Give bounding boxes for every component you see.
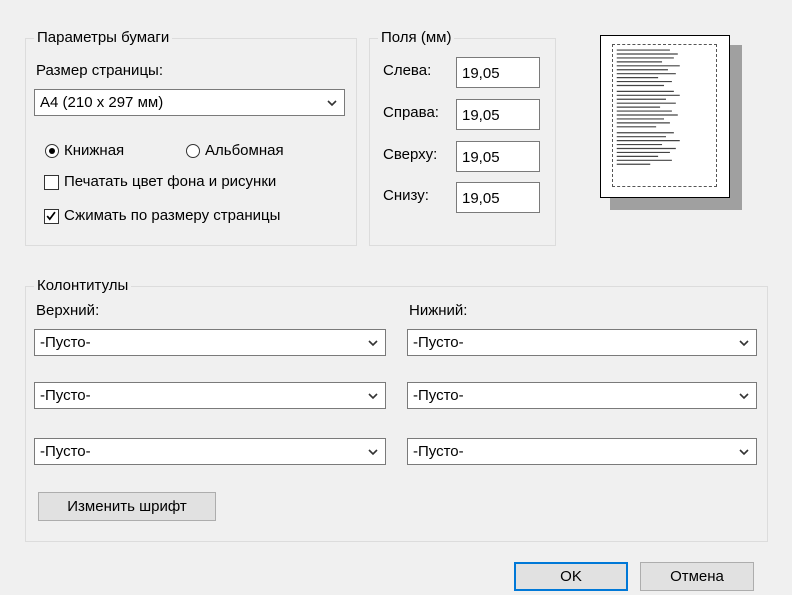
margin-bottom-value: 19,05 (462, 190, 500, 207)
page-preview (600, 35, 730, 198)
chevron-down-icon (368, 393, 378, 400)
margins-legend: Поля (мм) (378, 29, 455, 47)
header-center-value: -Пусто- (40, 387, 91, 404)
footer-center-value: -Пусто- (413, 387, 464, 404)
page-size-select[interactable]: A4 (210 x 297 мм) (34, 89, 345, 116)
chevron-down-icon (368, 449, 378, 456)
page-preview-text-lines (616, 49, 680, 165)
footer-label: Нижний: (409, 302, 468, 319)
footer-right-select[interactable]: -Пусто- (407, 438, 757, 465)
header-left-value: -Пусто- (40, 334, 91, 351)
portrait-radio[interactable] (45, 144, 59, 158)
margin-top-value: 19,05 (462, 149, 500, 166)
print-background-label[interactable]: Печатать цвет фона и рисунки (64, 173, 276, 191)
portrait-label[interactable]: Книжная (64, 142, 124, 160)
header-label: Верхний: (36, 302, 100, 319)
margin-right-input[interactable]: 19,05 (456, 99, 540, 130)
page-size-label: Размер страницы: (36, 62, 163, 79)
chevron-down-icon (739, 449, 749, 456)
chevron-down-icon (739, 340, 749, 347)
shrink-to-fit-checkbox[interactable] (44, 209, 59, 224)
print-background-checkbox[interactable] (44, 175, 59, 190)
footer-center-select[interactable]: -Пусто- (407, 382, 757, 409)
ok-button[interactable]: OK (514, 562, 628, 591)
header-left-select[interactable]: -Пусто- (34, 329, 386, 356)
shrink-to-fit-label[interactable]: Сжимать по размеру страницы (64, 207, 280, 225)
cancel-button[interactable]: Отмена (640, 562, 754, 591)
footer-left-select[interactable]: -Пусто- (407, 329, 757, 356)
header-right-select[interactable]: -Пусто- (34, 438, 386, 465)
margin-left-input[interactable]: 19,05 (456, 57, 540, 88)
header-center-select[interactable]: -Пусто- (34, 382, 386, 409)
chevron-down-icon (327, 100, 337, 107)
landscape-label[interactable]: Альбомная (205, 142, 284, 160)
footer-left-value: -Пусто- (413, 334, 464, 351)
paper-settings-legend: Параметры бумаги (34, 29, 173, 47)
header-right-value: -Пусто- (40, 443, 91, 460)
landscape-radio[interactable] (186, 144, 200, 158)
margin-top-input[interactable]: 19,05 (456, 141, 540, 172)
chevron-down-icon (368, 340, 378, 347)
margin-right-label: Справа: (383, 104, 439, 121)
margin-left-label: Слева: (383, 62, 432, 79)
margin-bottom-input[interactable]: 19,05 (456, 182, 540, 213)
chevron-down-icon (739, 393, 749, 400)
margin-left-value: 19,05 (462, 65, 500, 82)
margin-bottom-label: Снизу: (383, 187, 429, 204)
footer-right-value: -Пусто- (413, 443, 464, 460)
page-size-value: A4 (210 x 297 мм) (40, 94, 164, 111)
change-font-button[interactable]: Изменить шрифт (38, 492, 216, 521)
margin-right-value: 19,05 (462, 107, 500, 124)
checkmark-icon (46, 211, 56, 221)
margin-top-label: Сверху: (383, 146, 438, 163)
headers-footers-legend: Колонтитулы (34, 277, 132, 295)
